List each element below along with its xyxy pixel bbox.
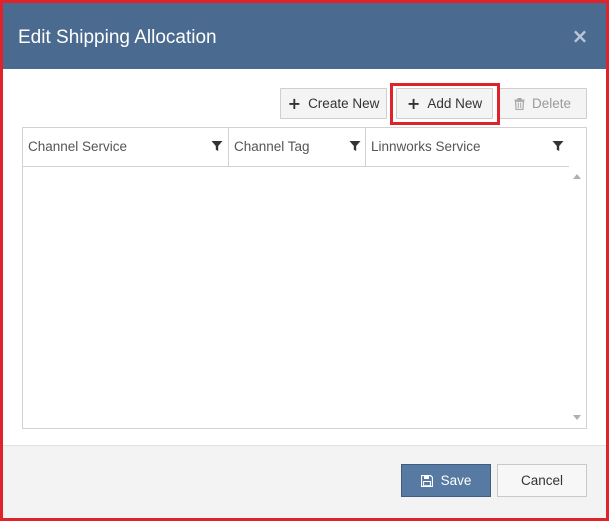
column-header-linnworks-service[interactable]: Linnworks Service	[366, 128, 586, 166]
grid-header: Channel Service Channel Tag Linnworks Se…	[23, 128, 586, 167]
filter-icon[interactable]	[211, 140, 223, 152]
delete-label: Delete	[531, 96, 572, 111]
shipping-allocation-grid: Channel Service Channel Tag Linnworks Se…	[22, 127, 587, 429]
create-new-label: Create New	[308, 96, 380, 111]
dialog-title: Edit Shipping Allocation	[18, 27, 217, 48]
scroll-up-arrow-icon[interactable]	[573, 174, 581, 179]
column-header-channel-service[interactable]: Channel Service	[23, 128, 229, 166]
dialog-titlebar: Edit Shipping Allocation ×	[3, 3, 606, 69]
column-label: Channel Service	[28, 139, 128, 154]
edit-shipping-allocation-dialog: Edit Shipping Allocation × + Create New …	[3, 3, 606, 518]
floppy-disk-icon	[420, 474, 433, 487]
add-new-label: Add New	[427, 96, 483, 111]
filter-icon[interactable]	[552, 140, 564, 152]
plus-icon: +	[287, 93, 302, 113]
column-label: Linnworks Service	[371, 139, 481, 154]
cancel-button[interactable]: Cancel	[497, 464, 587, 497]
save-button[interactable]: Save	[401, 464, 491, 497]
filter-icon[interactable]	[349, 140, 361, 152]
grid-vertical-scrollbar[interactable]	[569, 166, 586, 428]
dialog-footer: Save Cancel	[3, 445, 606, 518]
close-icon[interactable]: ×	[570, 26, 590, 46]
delete-button[interactable]: Delete	[498, 88, 587, 119]
save-label: Save	[440, 473, 472, 488]
plus-icon: +	[406, 93, 421, 113]
add-new-button[interactable]: + Add New	[396, 88, 493, 119]
scroll-down-arrow-icon[interactable]	[573, 415, 581, 420]
cancel-label: Cancel	[520, 473, 564, 488]
create-new-button[interactable]: + Create New	[280, 88, 387, 119]
trash-icon	[514, 97, 525, 110]
column-header-channel-tag[interactable]: Channel Tag	[229, 128, 366, 166]
column-label: Channel Tag	[234, 139, 310, 154]
